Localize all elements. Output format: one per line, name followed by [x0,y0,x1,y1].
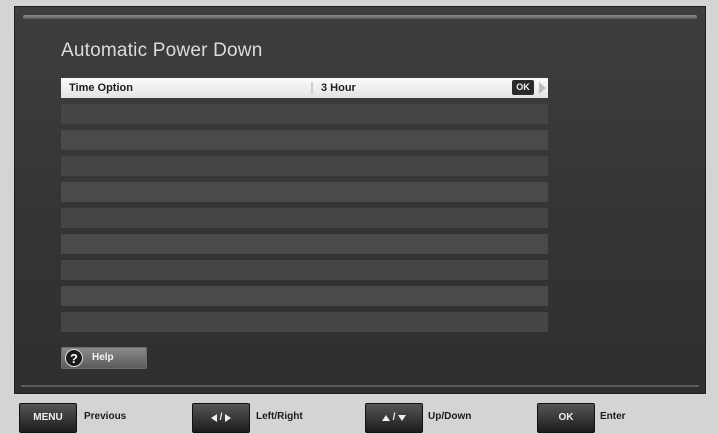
option-row-time[interactable]: Time Option 3 Hour OK [61,78,548,98]
arrow-up-icon [381,415,390,421]
bottom-divider [21,385,699,387]
option-value: 3 Hour [311,82,356,94]
key-legend: MENU Previous / Left/Right / Up/Down OK … [0,395,718,434]
empty-row [61,234,548,254]
help-label: Help [92,352,114,363]
page-title: Automatic Power Down [61,40,263,61]
option-list: Time Option 3 Hour OK [61,78,548,338]
empty-row [61,286,548,306]
top-divider [23,15,697,19]
ok-key[interactable]: OK [537,403,595,433]
arrow-right-icon [225,414,232,422]
help-button[interactable]: ? Help [61,347,147,369]
menu-key-label: Previous [84,411,127,422]
up-down-label: Up/Down [428,411,472,422]
arrow-left-icon [210,414,217,422]
tv-menu-screen: Automatic Power Down Time Option 3 Hour … [14,6,706,394]
empty-row [61,130,548,150]
up-down-key[interactable]: / [365,403,423,433]
menu-key[interactable]: MENU [19,403,77,433]
arrow-down-icon [398,415,407,421]
chevron-right-icon [539,82,546,94]
left-right-key[interactable]: / [192,403,250,433]
key-separator: / [219,412,223,423]
left-right-label: Left/Right [256,411,303,422]
empty-row [61,104,548,124]
empty-row [61,156,548,176]
ok-badge[interactable]: OK [512,80,534,95]
empty-row [61,260,548,280]
help-icon: ? [65,349,83,367]
key-separator: / [392,412,396,423]
option-label: Time Option [69,82,133,94]
ok-key-label: Enter [600,411,626,422]
empty-row [61,312,548,332]
empty-row [61,208,548,228]
empty-row [61,182,548,202]
